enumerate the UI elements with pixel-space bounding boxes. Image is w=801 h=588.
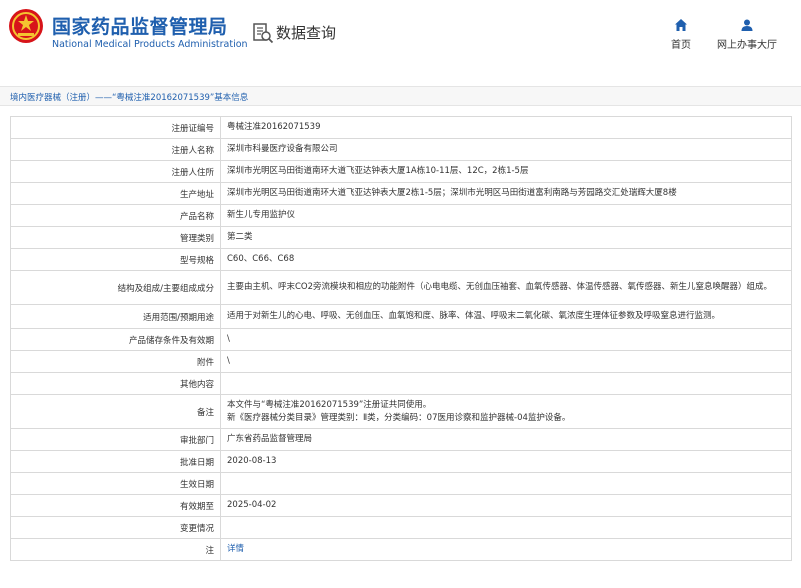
table-row: 产品储存条件及有效期 \ [10,328,792,351]
field-label: 备注 [10,394,221,429]
table-row: 注册人名称 深圳市科曼医疗设备有限公司 [10,138,792,161]
field-value: \ [220,350,792,373]
breadcrumb-text[interactable]: 境内医疗器械（注册）——“粤械注准20162071539”基本信息 [10,91,248,103]
field-label: 产品储存条件及有效期 [10,328,221,351]
nav-home-label: 首页 [671,40,691,51]
field-value: 第二类 [220,226,792,249]
field-label: 注册证编号 [10,116,221,139]
field-value: 详情 [220,538,792,561]
nav-home[interactable]: 首页 [666,18,696,51]
nav-online-hall[interactable]: 网上办事大厅 [716,18,778,51]
table-row: 其他内容 [10,372,792,395]
field-label: 结构及组成/主要组成成分 [10,270,221,305]
field-label: 生产地址 [10,182,221,205]
table-row: 管理类别 第二类 [10,226,792,249]
data-search-title: 数据查询 [276,24,337,42]
national-emblem-icon [9,9,43,43]
site-name-en: National Medical Products Administration [52,39,248,50]
table-row: 结构及组成/主要组成成分 主要由主机、呼末CO2旁流模块和相应的功能附件（心电电… [10,270,792,305]
field-value: 深圳市光明区马田街道南环大道飞亚达钟表大厦2栋1-5层；深圳市光明区马田街道富利… [220,182,792,205]
table-row: 注册证编号 粤械注准20162071539 [10,116,792,139]
table-row: 生效日期 [10,472,792,495]
field-label: 管理类别 [10,226,221,249]
home-icon [675,19,687,31]
field-value [220,372,792,395]
nav-online-hall-label: 网上办事大厅 [717,40,777,51]
field-label: 附件 [10,350,221,373]
field-label: 产品名称 [10,204,221,227]
field-value: 粤械注准20162071539 [220,116,792,139]
table-row: 型号规格 C60、C66、C68 [10,248,792,271]
remark-line-2: 新《医疗器械分类目录》管理类别：Ⅱ类，分类编码：07医用诊察和监护器械-04监护… [227,412,571,423]
field-value [220,516,792,539]
field-label: 其他内容 [10,372,221,395]
detail-table: 注册证编号 粤械注准20162071539 注册人名称 深圳市科曼医疗设备有限公… [10,116,792,561]
data-search-icon [253,23,274,44]
field-label: 变更情况 [10,516,221,539]
table-row: 注册人住所 深圳市光明区马田街道南环大道飞亚达钟表大厦1A栋10-11层、12C… [10,160,792,183]
table-row: 适用范围/预期用途 适用于对新生儿的心电、呼吸、无创血压、血氧饱和度、脉率、体温… [10,304,792,329]
table-row: 注 详情 [10,538,792,561]
field-label: 适用范围/预期用途 [10,304,221,329]
breadcrumb: 境内医疗器械（注册）——“粤械注准20162071539”基本信息 [0,86,801,106]
field-label: 批准日期 [10,450,221,473]
field-label: 注册人住所 [10,160,221,183]
field-label: 注册人名称 [10,138,221,161]
table-row: 批准日期 2020-08-13 [10,450,792,473]
field-value: 广东省药品监督管理局 [220,428,792,451]
field-value: 适用于对新生儿的心电、呼吸、无创血压、血氧饱和度、脉率、体温、呼吸末二氧化碳、氧… [220,304,792,329]
field-value: \ [220,328,792,351]
site-header: 国家药品监督管理局 National Medical Products Admi… [0,0,801,62]
table-row: 附件 \ [10,350,792,373]
table-row: 变更情况 [10,516,792,539]
field-value: 本文件与“粤械注准20162071539”注册证共同使用。 新《医疗器械分类目录… [220,394,792,429]
table-row: 备注 本文件与“粤械注准20162071539”注册证共同使用。 新《医疗器械分… [10,394,792,429]
field-label: 注 [10,538,221,561]
site-name-cn[interactable]: 国家药品监督管理局 [52,12,228,39]
field-value [220,472,792,495]
field-label: 有效期至 [10,494,221,517]
remark-line-1: 本文件与“粤械注准20162071539”注册证共同使用。 [227,399,432,410]
user-icon [741,19,753,31]
table-row: 有效期至 2025-04-02 [10,494,792,517]
field-value: 2020-08-13 [220,450,792,473]
field-label: 型号规格 [10,248,221,271]
field-label: 审批部门 [10,428,221,451]
field-value: 新生儿专用监护仪 [220,204,792,227]
details-link[interactable]: 详情 [227,544,244,554]
field-value: 深圳市科曼医疗设备有限公司 [220,138,792,161]
field-label: 生效日期 [10,472,221,495]
table-row: 生产地址 深圳市光明区马田街道南环大道飞亚达钟表大厦2栋1-5层；深圳市光明区马… [10,182,792,205]
table-row: 产品名称 新生儿专用监护仪 [10,204,792,227]
field-value: 深圳市光明区马田街道南环大道飞亚达钟表大厦1A栋10-11层、12C，2栋1-5… [220,160,792,183]
field-value: 主要由主机、呼末CO2旁流模块和相应的功能附件（心电电缆、无创血压袖套、血氧传感… [220,270,792,305]
table-row: 审批部门 广东省药品监督管理局 [10,428,792,451]
field-value: C60、C66、C68 [220,248,792,271]
field-value: 2025-04-02 [220,494,792,517]
